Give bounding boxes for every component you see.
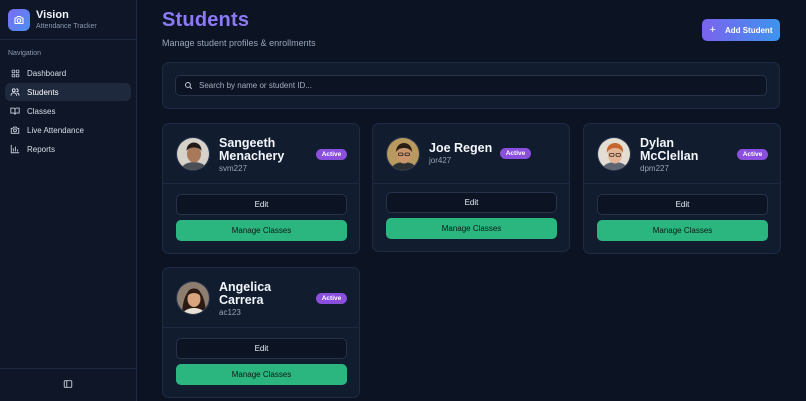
student-id: dpm227 [640, 164, 669, 173]
status-badge: Active [500, 148, 531, 159]
sidebar-item-label: Classes [27, 106, 56, 116]
edit-button[interactable]: Edit [176, 194, 347, 215]
manage-classes-button[interactable]: Manage Classes [176, 364, 347, 385]
app-subtitle: Attendance Tracker [36, 22, 97, 30]
sidebar-item-classes[interactable]: Classes [5, 102, 131, 120]
bar-chart-icon [10, 144, 20, 154]
status-badge: Active [737, 149, 768, 160]
status-badge: Active [316, 293, 347, 304]
add-student-button[interactable]: + Add Student [702, 19, 780, 41]
search-icon [184, 77, 193, 95]
student-id: jor427 [429, 156, 452, 165]
student-card: Joe Regen jor427 Active Edit Manage Clas… [372, 123, 570, 252]
sidebar-item-label: Dashboard [27, 68, 67, 78]
avatar [176, 137, 210, 171]
dashboard-grid-icon [10, 68, 20, 78]
edit-button[interactable]: Edit [597, 194, 768, 215]
manage-classes-button[interactable]: Manage Classes [597, 220, 768, 241]
manage-classes-button[interactable]: Manage Classes [176, 220, 347, 241]
nav-heading: Navigation [8, 50, 42, 57]
users-icon [10, 87, 20, 97]
book-icon [10, 106, 20, 116]
page-title: Students [162, 9, 250, 31]
sidebar: Vision Attendance Tracker Navigation Das… [0, 0, 137, 401]
page-subtitle: Manage student profiles & enrollments [162, 38, 316, 48]
search-input[interactable] [199, 81, 739, 90]
avatar [386, 137, 420, 171]
sidebar-toggle-icon[interactable] [63, 376, 73, 394]
student-card: Dylan McClellan dpm227 Active Edit Manag… [583, 123, 781, 254]
search-box[interactable] [175, 75, 767, 96]
student-name: Sangeeth Menachery [219, 136, 285, 163]
sidebar-item-live-attendance[interactable]: Live Attendance [5, 121, 131, 139]
app-title: Vision [36, 8, 69, 21]
manage-classes-button[interactable]: Manage Classes [386, 218, 557, 239]
avatar [176, 281, 210, 315]
student-name: Angelica Carrera [219, 280, 272, 307]
sidebar-item-students[interactable]: Students [5, 83, 131, 101]
camera-logo-icon [8, 8, 30, 31]
add-student-label: Add Student [724, 25, 773, 35]
camera-icon [10, 125, 20, 135]
sidebar-item-label: Reports [27, 144, 56, 154]
student-name: Dylan McClellan [640, 136, 699, 163]
sidebar-nav: Dashboard Students Classes Live Attendan… [0, 64, 136, 158]
edit-button[interactable]: Edit [176, 338, 347, 359]
sidebar-item-label: Live Attendance [27, 125, 84, 135]
student-card: Angelica Carrera ac123 Active Edit Manag… [162, 267, 360, 398]
sidebar-item-label: Students [27, 87, 59, 97]
sidebar-item-dashboard[interactable]: Dashboard [5, 64, 131, 82]
plus-icon: + [709, 24, 716, 36]
avatar [597, 137, 631, 171]
status-badge: Active [316, 149, 347, 160]
student-id: ac123 [219, 308, 241, 317]
student-id: svm227 [219, 164, 248, 173]
edit-button[interactable]: Edit [386, 192, 557, 213]
search-panel [162, 62, 780, 109]
brand: Vision Attendance Tracker [0, 0, 136, 40]
student-card: Sangeeth Menachery svm227 Active Edit Ma… [162, 123, 360, 254]
sidebar-footer [0, 368, 136, 401]
main-content: Students Manage student profiles & enrol… [137, 0, 806, 401]
sidebar-item-reports[interactable]: Reports [5, 140, 131, 158]
